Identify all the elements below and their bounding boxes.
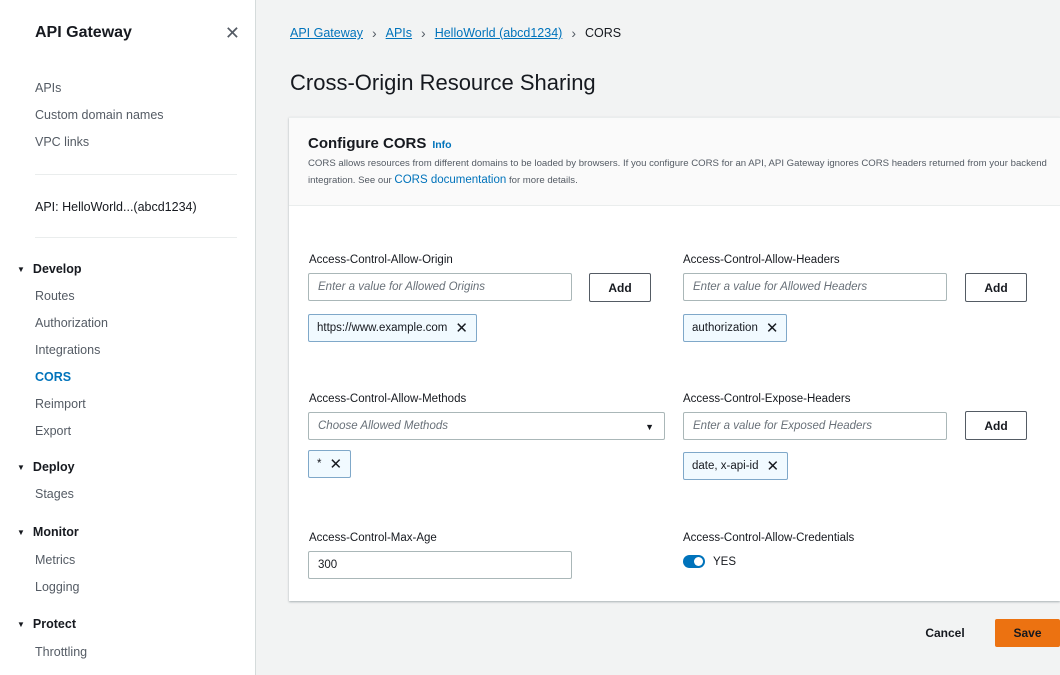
sidebar-section-develop[interactable]: ▼ Develop bbox=[17, 262, 82, 276]
sidebar-item-metrics[interactable]: Metrics bbox=[35, 553, 75, 567]
token-label: https://www.example.com bbox=[317, 322, 448, 334]
sidebar-section-monitor[interactable]: ▼ Monitor bbox=[17, 525, 79, 539]
breadcrumb-helloworld[interactable]: HelloWorld (abcd1234) bbox=[435, 26, 563, 40]
sidebar-divider bbox=[35, 174, 237, 175]
expose-headers-input[interactable]: Enter a value for Exposed Headers bbox=[683, 412, 947, 440]
panel-header: Configure CORS Info CORS allows resource… bbox=[289, 118, 1060, 206]
remove-token-icon[interactable]: ✕ bbox=[766, 321, 779, 336]
caret-down-icon: ▼ bbox=[17, 264, 25, 274]
allow-credentials-toggle[interactable] bbox=[683, 555, 705, 568]
sidebar-item-custom-domain-names[interactable]: Custom domain names bbox=[35, 108, 164, 122]
add-headers-button[interactable]: Add bbox=[965, 273, 1027, 302]
sidebar-section-label: Protect bbox=[32, 617, 76, 631]
toggle-value-label: YES bbox=[713, 555, 737, 568]
caret-down-icon: ▼ bbox=[17, 462, 25, 472]
allow-methods-select[interactable]: Choose Allowed Methods ▼ bbox=[308, 412, 665, 440]
origin-token: https://www.example.com ✕ bbox=[308, 314, 477, 342]
max-age-input[interactable]: 300 bbox=[308, 551, 572, 579]
remove-token-icon[interactable]: ✕ bbox=[766, 459, 779, 474]
select-placeholder: Choose Allowed Methods bbox=[318, 420, 448, 432]
sidebar-item-apis[interactable]: APIs bbox=[35, 81, 61, 95]
panel-title: Configure CORS bbox=[308, 135, 427, 152]
max-age-label: Access-Control-Max-Age bbox=[309, 532, 437, 544]
sidebar-item-api[interactable]: API: HelloWorld...(abcd1234) bbox=[35, 200, 197, 214]
token-label: authorization bbox=[692, 322, 758, 334]
info-link[interactable]: Info bbox=[432, 139, 451, 151]
sidebar-header: API Gateway ✕ bbox=[35, 24, 240, 42]
sidebar-section-label: Develop bbox=[32, 262, 82, 276]
sidebar-item-reimport[interactable]: Reimport bbox=[35, 397, 86, 411]
description-text-end: for more details. bbox=[506, 175, 578, 186]
allow-origin-input[interactable]: Enter a value for Allowed Origins bbox=[308, 273, 572, 301]
sidebar-item-routes[interactable]: Routes bbox=[35, 289, 75, 303]
allow-methods-label: Access-Control-Allow-Methods bbox=[309, 393, 467, 405]
breadcrumb-apis[interactable]: APIs bbox=[386, 26, 412, 40]
sidebar-item-logging[interactable]: Logging bbox=[35, 580, 80, 594]
save-button[interactable]: Save bbox=[995, 619, 1060, 647]
expose-headers-token: date, x-api-id ✕ bbox=[683, 452, 789, 480]
sidebar-item-throttling[interactable]: Throttling bbox=[35, 645, 87, 659]
allow-credentials-toggle-row: YES bbox=[683, 555, 736, 568]
sidebar: API Gateway ✕ APIs Custom domain names V… bbox=[0, 0, 256, 675]
sidebar-section-label: Monitor bbox=[32, 525, 79, 539]
expose-headers-label: Access-Control-Expose-Headers bbox=[683, 393, 851, 405]
sidebar-item-integrations[interactable]: Integrations bbox=[35, 343, 100, 357]
add-origin-button[interactable]: Add bbox=[589, 273, 651, 302]
remove-token-icon[interactable]: ✕ bbox=[329, 457, 342, 472]
sidebar-item-stages[interactable]: Stages bbox=[35, 487, 74, 501]
sidebar-item-cors[interactable]: CORS bbox=[35, 370, 71, 384]
close-icon[interactable]: ✕ bbox=[225, 24, 240, 42]
allow-credentials-label: Access-Control-Allow-Credentials bbox=[683, 532, 855, 544]
sidebar-item-export[interactable]: Export bbox=[35, 424, 71, 438]
cors-documentation-link[interactable]: CORS documentation bbox=[394, 174, 506, 186]
panel-description: CORS allows resources from different dom… bbox=[308, 155, 1048, 189]
add-expose-headers-button[interactable]: Add bbox=[965, 411, 1027, 440]
sidebar-section-protect[interactable]: ▼ Protect bbox=[17, 617, 76, 631]
chevron-right-icon: › bbox=[571, 25, 576, 41]
caret-down-icon: ▼ bbox=[645, 422, 654, 432]
allow-headers-input[interactable]: Enter a value for Allowed Headers bbox=[683, 273, 947, 301]
methods-token: * ✕ bbox=[308, 450, 352, 478]
caret-down-icon: ▼ bbox=[17, 527, 25, 537]
panel-title-row: Configure CORS Info bbox=[308, 135, 452, 152]
headers-token: authorization ✕ bbox=[683, 314, 788, 342]
sidebar-item-vpc-links[interactable]: VPC links bbox=[35, 135, 89, 149]
cancel-button[interactable]: Cancel bbox=[915, 619, 975, 647]
remove-token-icon[interactable]: ✕ bbox=[455, 321, 468, 336]
sidebar-section-deploy[interactable]: ▼ Deploy bbox=[17, 460, 75, 474]
breadcrumb: API Gateway › APIs › HelloWorld (abcd123… bbox=[290, 25, 621, 41]
configure-cors-panel: Configure CORS Info CORS allows resource… bbox=[289, 117, 1060, 601]
sidebar-divider bbox=[35, 237, 237, 238]
sidebar-item-authorization[interactable]: Authorization bbox=[35, 316, 108, 330]
allow-headers-label: Access-Control-Allow-Headers bbox=[683, 254, 840, 266]
chevron-right-icon: › bbox=[421, 25, 426, 41]
breadcrumb-api-gateway[interactable]: API Gateway bbox=[290, 26, 363, 40]
sidebar-section-label: Deploy bbox=[32, 460, 75, 474]
allow-origin-label: Access-Control-Allow-Origin bbox=[309, 254, 453, 266]
chevron-right-icon: › bbox=[371, 25, 377, 41]
token-label: * bbox=[317, 458, 322, 470]
caret-down-icon: ▼ bbox=[17, 619, 25, 629]
breadcrumb-current: CORS bbox=[585, 26, 622, 40]
token-label: date, x-api-id bbox=[692, 460, 759, 472]
sidebar-title: API Gateway bbox=[35, 24, 132, 41]
toggle-knob bbox=[694, 557, 703, 566]
page-title: Cross-Origin Resource Sharing bbox=[290, 70, 596, 95]
